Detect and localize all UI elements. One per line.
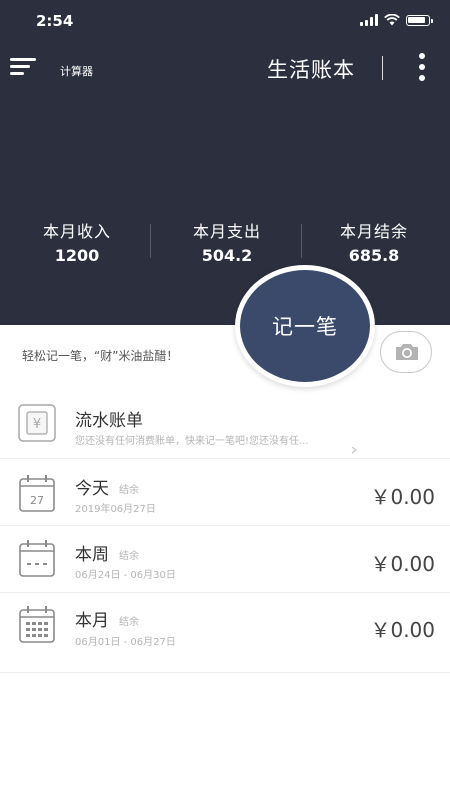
- period-title-today: 今天: [75, 479, 109, 499]
- battery-icon: [406, 14, 433, 26]
- chevron-right-icon: [351, 446, 357, 454]
- balance-tag: 结余: [119, 485, 139, 496]
- balance-tag: 结余: [119, 617, 139, 628]
- period-amount-month: ￥0.00: [370, 618, 435, 642]
- app-title: 生活账本: [267, 58, 355, 82]
- stat-month-income: 本月收入 1200: [2, 218, 152, 265]
- period-amount-today: ￥0.00: [370, 485, 435, 509]
- calculator-label[interactable]: 计算器: [60, 63, 93, 79]
- calendar-day-number: 27: [30, 494, 44, 507]
- header-panel: 2:54 计算器 生活账本 本月收入 1200 本月支出 504.2 本月结余 …: [0, 0, 450, 325]
- calendar-week-icon: [19, 540, 55, 577]
- period-range-month: 06月01日 - 06月27日: [75, 637, 176, 648]
- stat-label: 本月收入: [42, 222, 111, 241]
- record-entry-label: 记一笔: [272, 315, 338, 339]
- stat-value: 685.8: [348, 246, 400, 265]
- stat-divider: [150, 224, 151, 258]
- bill-list-row[interactable]: ¥: [0, 388, 450, 458]
- stat-label: 本月支出: [192, 222, 261, 241]
- stat-month-expense: 本月支出 504.2: [152, 218, 302, 265]
- period-amount-week: ￥0.00: [370, 552, 435, 576]
- menu-icon[interactable]: [10, 56, 38, 78]
- signal-icon: [360, 14, 378, 26]
- camera-icon: [396, 344, 418, 360]
- status-icons: [360, 14, 433, 26]
- wifi-icon: [384, 14, 400, 26]
- record-entry-button[interactable]: 记一笔: [235, 265, 375, 387]
- row-divider: [0, 672, 450, 673]
- period-range-week: 06月24日 - 06月30日: [75, 570, 176, 581]
- balance-tag: 结余: [119, 551, 139, 562]
- slogan-text: 轻松记一笔，“财”米油盐醋！: [22, 349, 179, 363]
- bill-title: 流水账单: [75, 411, 143, 431]
- camera-button[interactable]: [380, 331, 432, 373]
- bill-description: 您还没有任何消费账单，快来记一笔吧!您还没有任...: [75, 436, 309, 447]
- stat-value: 1200: [54, 246, 100, 265]
- calendar-day-icon: 27: [19, 475, 55, 512]
- more-options-icon[interactable]: [415, 53, 429, 81]
- period-title-week: 本周: [75, 545, 109, 565]
- status-time: 2:54: [36, 12, 74, 30]
- calendar-month-icon: [19, 606, 55, 643]
- status-bar: 2:54: [0, 0, 450, 44]
- stat-label: 本月结余: [339, 222, 408, 241]
- title-divider: [382, 56, 383, 80]
- period-range-today: 2019年06月27日: [75, 504, 156, 515]
- bill-icon: ¥: [18, 404, 56, 442]
- svg-text:¥: ¥: [33, 417, 41, 432]
- period-title-month: 本月: [75, 611, 109, 631]
- stat-value: 504.2: [201, 246, 253, 265]
- stat-month-balance: 本月结余 685.8: [299, 218, 449, 265]
